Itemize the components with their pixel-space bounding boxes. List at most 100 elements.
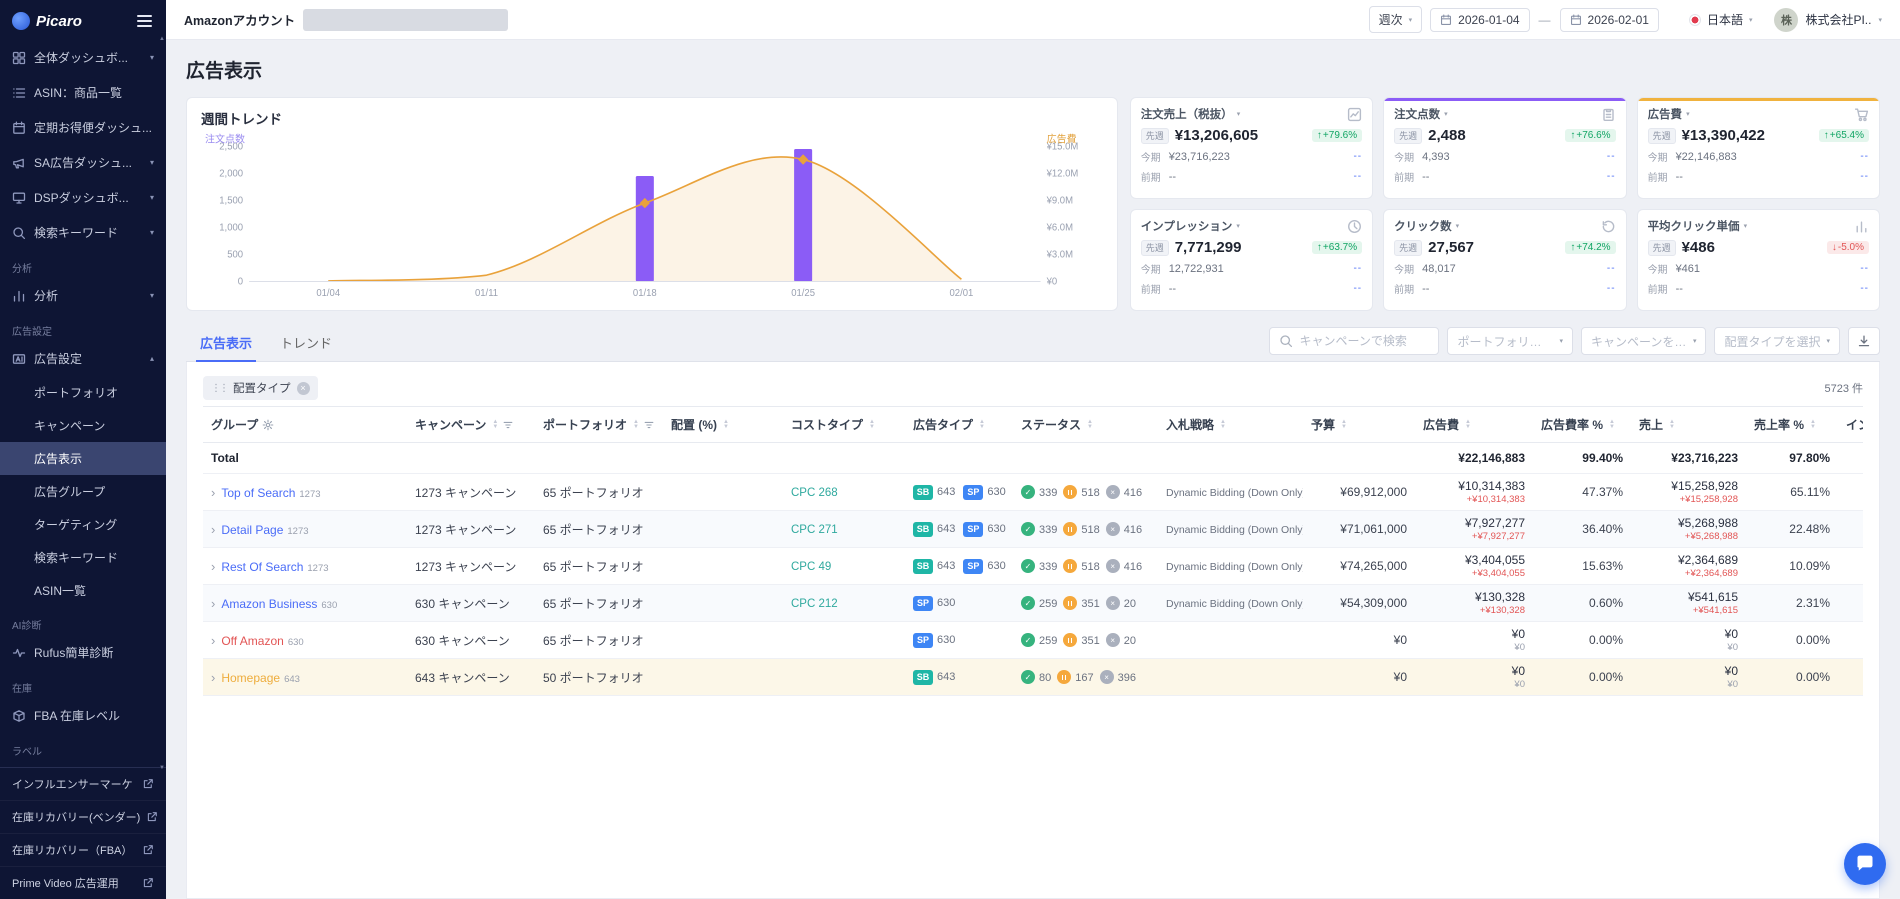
menu-toggle-button[interactable]: [135, 13, 154, 29]
sidebar-item[interactable]: SA広告ダッシュ...▾: [0, 145, 166, 180]
column-header-campaign[interactable]: キャンペーン▲▼: [407, 407, 535, 443]
sort-icon[interactable]: ▲▼: [1669, 420, 1675, 429]
expand-chevron-icon[interactable]: ›: [211, 670, 215, 685]
group-name-link[interactable]: Homepage: [221, 671, 280, 685]
sidebar-item[interactable]: DSPダッシュボ...▾: [0, 180, 166, 215]
placement-type-chip[interactable]: 配置タイプ: [203, 376, 318, 400]
sidebar-subitem[interactable]: ポートフォリオ: [0, 376, 166, 409]
gear-icon[interactable]: [262, 419, 274, 431]
chevron-down-icon[interactable]: ▾: [1744, 222, 1748, 230]
detail-link[interactable]: --: [1353, 263, 1362, 274]
column-header-sales_rate[interactable]: 売上率 %▲▼: [1746, 407, 1838, 443]
chevron-down-icon[interactable]: ▾: [1686, 110, 1690, 118]
filter-select-2[interactable]: 配置タイプを選択▾: [1714, 327, 1840, 355]
sidebar-subitem[interactable]: ASIN一覧: [0, 574, 166, 607]
table-row[interactable]: ›Off Amazon630630 キャンペーン65 ポートフォリオSP630✓…: [203, 622, 1863, 659]
table-row[interactable]: ›Amazon Business630630 キャンペーン65 ポートフォリオC…: [203, 585, 1863, 622]
sidebar-item[interactable]: 検索キーワード▾: [0, 215, 166, 250]
account-menu[interactable]: 株 株式会社PI.. ▾: [1774, 8, 1882, 32]
date-from-picker[interactable]: 2026-01-04: [1430, 8, 1529, 32]
sort-icon[interactable]: ▲▼: [492, 420, 498, 429]
chevron-down-icon[interactable]: ▾: [1236, 222, 1240, 230]
detail-link[interactable]: --: [1353, 283, 1362, 294]
sidebar-subitem[interactable]: 広告グループ: [0, 475, 166, 508]
filter-select-0[interactable]: ポートフォリオを...▾: [1447, 327, 1573, 355]
sidebar-item[interactable]: FBA 在庫レベル: [0, 698, 166, 733]
date-to-picker[interactable]: 2026-02-01: [1560, 8, 1659, 32]
sort-icon[interactable]: ▲▼: [1341, 420, 1347, 429]
group-name-link[interactable]: Off Amazon: [221, 634, 283, 648]
expand-chevron-icon[interactable]: ›: [211, 485, 215, 500]
sidebar-item[interactable]: Rufus簡単診断: [0, 635, 166, 670]
sort-icon[interactable]: ▲▼: [979, 420, 985, 429]
detail-link[interactable]: --: [1607, 151, 1616, 162]
chevron-down-icon[interactable]: ▾: [1237, 110, 1241, 118]
tab-trend[interactable]: トレンド: [266, 325, 346, 361]
sidebar-subitem[interactable]: ターゲティング: [0, 508, 166, 541]
account-name-field[interactable]: [303, 9, 508, 31]
sidebar-scroll-down-icon[interactable]: ▼: [159, 765, 165, 771]
picaro-logo[interactable]: Picaro: [12, 12, 82, 30]
sidebar-item[interactable]: ASIN：商品一覧: [0, 75, 166, 110]
sidebar-subitem[interactable]: 検索キーワード: [0, 541, 166, 574]
chevron-down-icon[interactable]: ▾: [1444, 110, 1448, 118]
column-header-impressions[interactable]: インプレッション▲▼: [1838, 407, 1863, 443]
search-input[interactable]: [1299, 334, 1429, 348]
detail-link[interactable]: --: [1860, 171, 1869, 182]
table-row[interactable]: ›Rest Of Search12731273 キャンペーン65 ポートフォリオ…: [203, 548, 1863, 585]
sort-icon[interactable]: ▲▼: [1810, 420, 1816, 429]
sidebar-footer-link[interactable]: 在庫リカバリー（FBA）: [0, 834, 166, 867]
drag-handle-icon[interactable]: [211, 383, 227, 394]
detail-link[interactable]: --: [1607, 263, 1616, 274]
column-header-ad_spend[interactable]: 広告費▲▼: [1415, 407, 1533, 443]
detail-link[interactable]: --: [1607, 171, 1616, 182]
group-name-link[interactable]: Top of Search: [221, 486, 295, 500]
sidebar-subitem-active[interactable]: 広告表示: [0, 442, 166, 475]
detail-link[interactable]: --: [1353, 171, 1362, 182]
sidebar-scroll-up-icon[interactable]: ▲: [159, 36, 165, 42]
sidebar-item[interactable]: 定期お得便ダッシュ...: [0, 110, 166, 145]
sort-icon[interactable]: ▲▼: [869, 420, 875, 429]
period-select[interactable]: 週次 ▾: [1369, 6, 1423, 33]
chevron-down-icon[interactable]: ▾: [1456, 222, 1460, 230]
sort-icon[interactable]: ▲▼: [1609, 420, 1615, 429]
group-name-link[interactable]: Amazon Business: [221, 597, 317, 611]
table-row[interactable]: ›Top of Search12731273 キャンペーン65 ポートフォリオC…: [203, 474, 1863, 511]
table-row[interactable]: ›Homepage643643 キャンペーン50 ポートフォリオSB643✓80…: [203, 659, 1863, 696]
sort-icon[interactable]: ▲▼: [1465, 420, 1471, 429]
sort-icon[interactable]: ▲▼: [633, 420, 639, 429]
expand-chevron-icon[interactable]: ›: [211, 596, 215, 611]
column-header-status[interactable]: ステータス▲▼: [1013, 407, 1158, 443]
sidebar-footer-link[interactable]: インフルエンサーマーケ: [0, 768, 166, 801]
sort-icon[interactable]: ▲▼: [1220, 420, 1226, 429]
sort-icon[interactable]: ▲▼: [1087, 420, 1093, 429]
chat-button[interactable]: [1844, 843, 1886, 885]
expand-chevron-icon[interactable]: ›: [211, 559, 215, 574]
expand-chevron-icon[interactable]: ›: [211, 633, 215, 648]
sidebar-footer-link[interactable]: 在庫リカバリー(ベンダー): [0, 801, 166, 834]
table-scroll[interactable]: グループキャンペーン▲▼ポートフォリオ▲▼配置 (%)▲▼コストタイプ▲▼広告タ…: [203, 406, 1863, 898]
column-header-bidding[interactable]: 入札戦略▲▼: [1158, 407, 1303, 443]
detail-link[interactable]: --: [1860, 283, 1869, 294]
table-row[interactable]: ›Detail Page12731273 キャンペーン65 ポートフォリオCPC…: [203, 511, 1863, 548]
detail-link[interactable]: --: [1860, 263, 1869, 274]
language-select[interactable]: 日本語 ▾: [1689, 11, 1753, 28]
sidebar-footer-link[interactable]: Prime Video 広告運用: [0, 867, 166, 899]
expand-chevron-icon[interactable]: ›: [211, 522, 215, 537]
filter-select-1[interactable]: キャンペーンを選択▾: [1581, 327, 1707, 355]
sort-icon[interactable]: ▲▼: [723, 420, 729, 429]
column-header-cost_type[interactable]: コストタイプ▲▼: [783, 407, 905, 443]
sidebar-item[interactable]: 分析▾: [0, 278, 166, 313]
chip-remove-icon[interactable]: [297, 382, 310, 395]
filter-icon[interactable]: [502, 419, 514, 431]
sidebar-item[interactable]: 全体ダッシュボ...▾: [0, 40, 166, 75]
download-button[interactable]: [1848, 327, 1880, 355]
sidebar-item[interactable]: 広告設定▴: [0, 341, 166, 376]
column-header-portfolio[interactable]: ポートフォリオ▲▼: [535, 407, 663, 443]
sidebar-subitem[interactable]: キャンペーン: [0, 409, 166, 442]
detail-link[interactable]: --: [1353, 151, 1362, 162]
column-header-sales[interactable]: 売上▲▼: [1631, 407, 1746, 443]
column-header-ad_type[interactable]: 広告タイプ▲▼: [905, 407, 1013, 443]
tab-ad-display[interactable]: 広告表示: [186, 325, 266, 361]
group-name-link[interactable]: Rest Of Search: [221, 560, 303, 574]
